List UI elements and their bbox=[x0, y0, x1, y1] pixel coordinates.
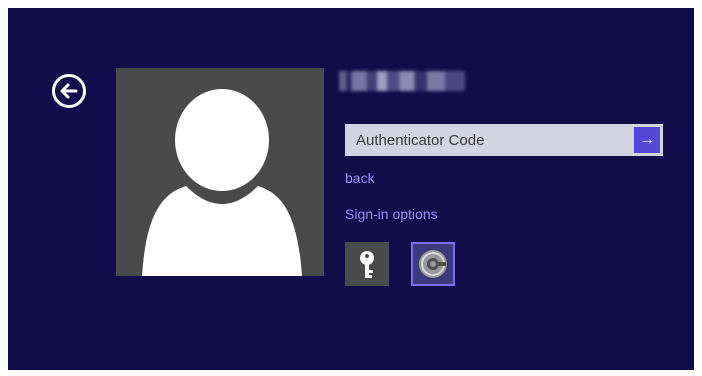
user-silhouette-icon bbox=[142, 89, 302, 276]
submit-button[interactable]: → bbox=[634, 127, 660, 153]
back-arrow-icon bbox=[60, 83, 78, 99]
key-icon bbox=[360, 251, 374, 278]
username-label bbox=[339, 71, 465, 91]
authenticator-code-field: → bbox=[345, 124, 663, 156]
authenticator-icon bbox=[419, 250, 447, 278]
lock-screen: → back Sign-in options bbox=[8, 8, 694, 370]
authenticator-option-tile[interactable] bbox=[411, 242, 455, 286]
password-option-tile[interactable] bbox=[345, 242, 389, 286]
authenticator-code-input[interactable] bbox=[345, 124, 629, 156]
sign-in-options-link[interactable]: Sign-in options bbox=[345, 206, 438, 222]
avatar bbox=[116, 68, 324, 276]
back-link[interactable]: back bbox=[345, 170, 375, 186]
back-arrow-button[interactable] bbox=[52, 74, 86, 108]
